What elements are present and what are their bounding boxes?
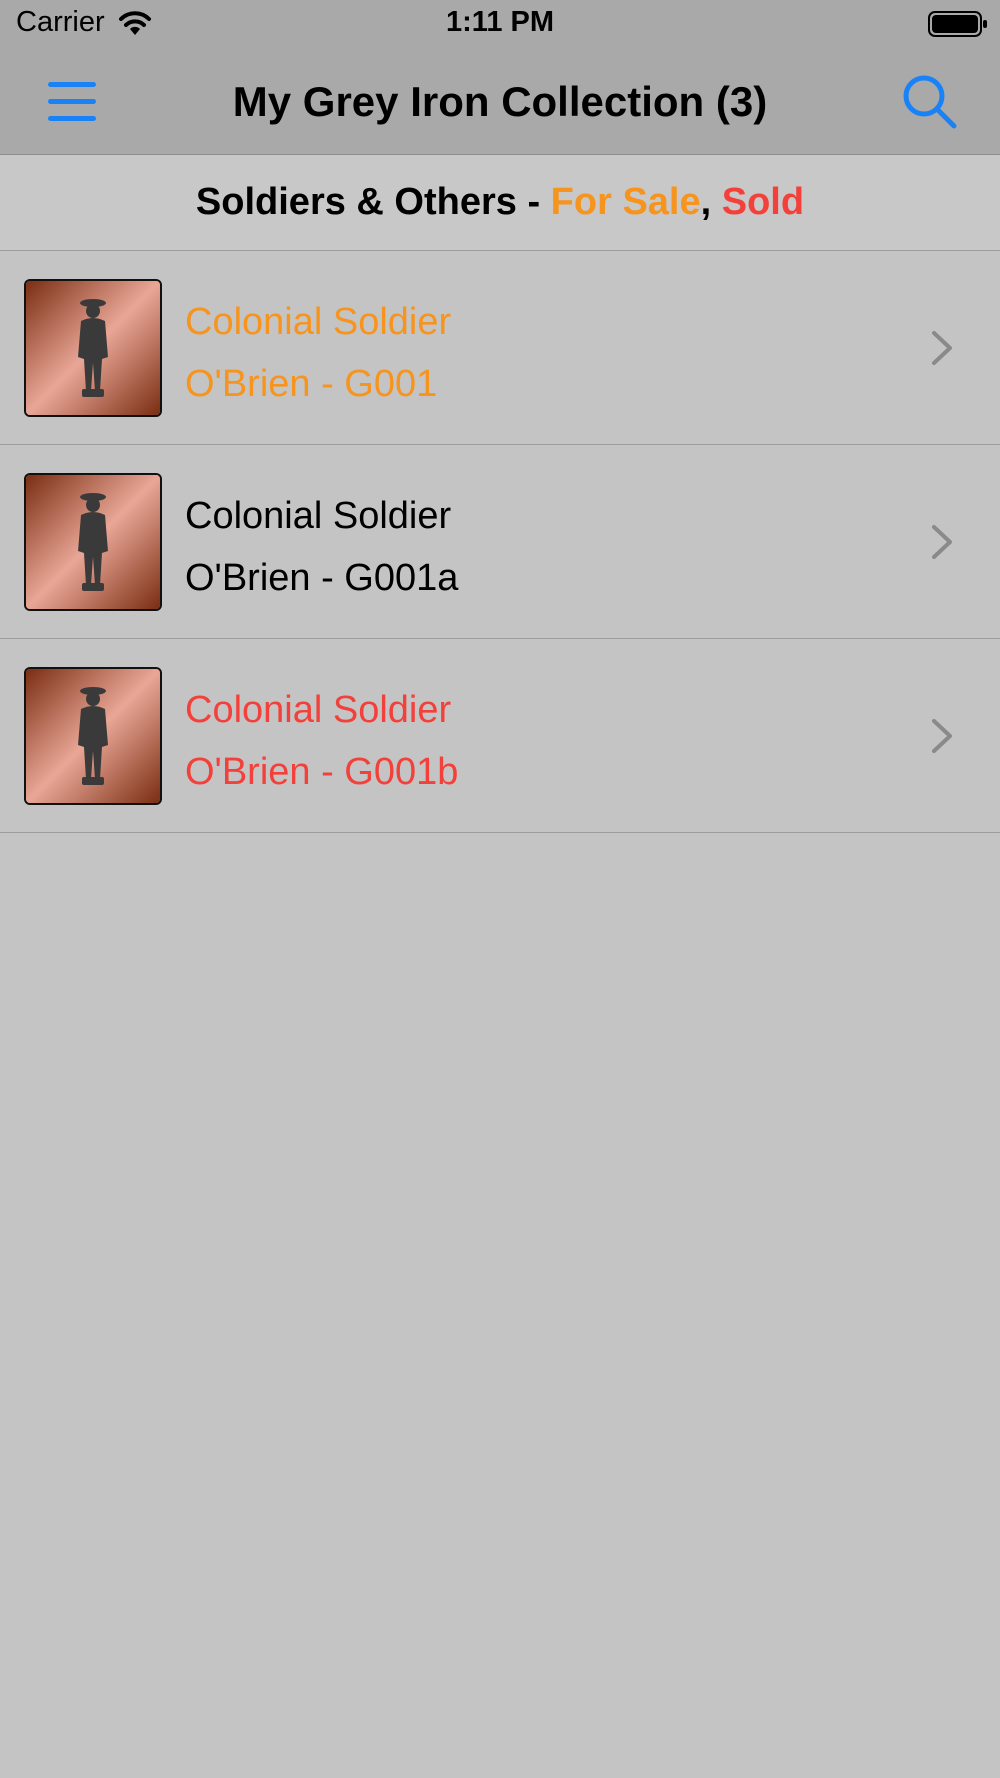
item-title: Colonial Soldier bbox=[185, 301, 452, 343]
item-subtitle: O'Brien - G001a bbox=[185, 557, 459, 599]
item-thumbnail bbox=[24, 279, 162, 417]
item-title: Colonial Soldier bbox=[185, 689, 452, 731]
battery-icon bbox=[928, 11, 987, 37]
status-bar: Carrier 1:11 PM bbox=[0, 0, 1000, 50]
section-header: Soldiers & Others - For Sale, Sold bbox=[0, 155, 1000, 251]
list-item[interactable]: Colonial Soldier O'Brien - G001a bbox=[0, 445, 1000, 639]
item-list: Colonial Soldier O'Brien - G001 Colonial… bbox=[0, 251, 1000, 833]
search-icon[interactable] bbox=[900, 72, 960, 132]
list-item[interactable]: Colonial Soldier O'Brien - G001 bbox=[0, 251, 1000, 445]
page-title: My Grey Iron Collection (3) bbox=[232, 78, 768, 125]
item-thumbnail bbox=[24, 667, 162, 805]
status-time: 1:11 PM bbox=[446, 6, 554, 38]
chevron-right-icon bbox=[932, 331, 952, 365]
for-sale-legend: For Sale bbox=[550, 181, 701, 223]
item-text: Colonial Soldier O'Brien - G001 bbox=[185, 291, 451, 415]
item-text: Colonial Soldier O'Brien - G001a bbox=[185, 485, 458, 609]
legend-separator: , bbox=[700, 181, 722, 223]
section-title: Soldiers & Others - bbox=[195, 181, 551, 223]
item-thumbnail bbox=[24, 473, 162, 611]
item-title: Colonial Soldier bbox=[185, 495, 452, 537]
navigation-bar: My Grey Iron Collection (3) bbox=[0, 50, 1000, 155]
item-subtitle: O'Brien - G001b bbox=[185, 751, 459, 793]
list-item[interactable]: Colonial Soldier O'Brien - G001b bbox=[0, 639, 1000, 833]
chevron-right-icon bbox=[932, 525, 952, 559]
item-text: Colonial Soldier O'Brien - G001b bbox=[185, 679, 458, 803]
item-subtitle: O'Brien - G001 bbox=[185, 363, 438, 405]
sold-legend: Sold bbox=[721, 181, 805, 223]
hamburger-menu-icon[interactable] bbox=[40, 74, 104, 130]
chevron-right-icon bbox=[932, 719, 952, 753]
